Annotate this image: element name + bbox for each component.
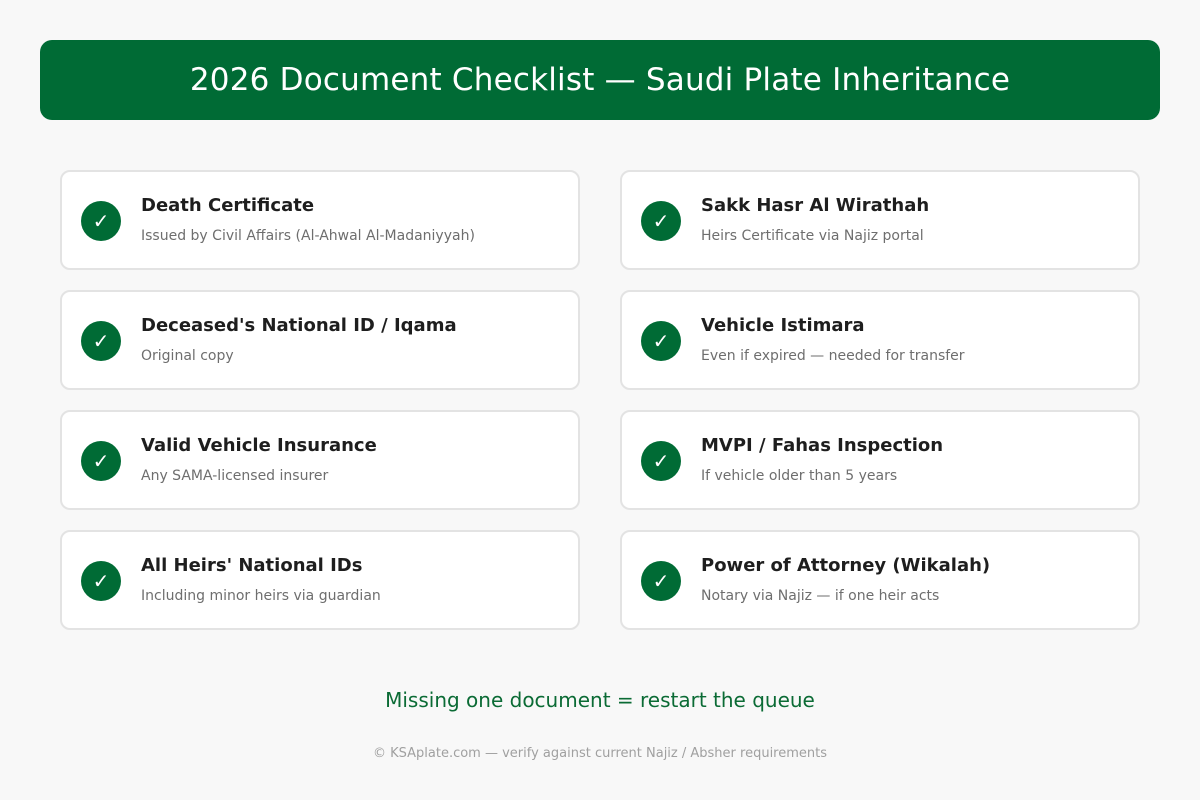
check-mark-icon: ✓ bbox=[641, 561, 681, 601]
checklist-item-subtitle: Even if expired — needed for transfer bbox=[701, 348, 965, 364]
check-mark-icon: ✓ bbox=[641, 321, 681, 361]
check-mark-icon: ✓ bbox=[81, 201, 121, 241]
checklist-item-subtitle: Original copy bbox=[141, 348, 234, 364]
warning-note: Missing one document = restart the queue bbox=[385, 688, 815, 712]
checklist-item-title: Vehicle Istimara bbox=[701, 315, 865, 336]
checklist-item-istimara: ✓ Vehicle Istimara Even if expired — nee… bbox=[620, 290, 1140, 390]
checklist-item-fahas: ✓ MVPI / Fahas Inspection If vehicle old… bbox=[620, 410, 1140, 510]
checklist-item-power-of-attorney: ✓ Power of Attorney (Wikalah) Notary via… bbox=[620, 530, 1140, 630]
checklist-grid: ✓ Death Certificate Issued by Civil Affa… bbox=[60, 170, 1140, 630]
checklist-item-subtitle: If vehicle older than 5 years bbox=[701, 468, 898, 484]
checklist-item-title: Deceased's National ID / Iqama bbox=[141, 315, 457, 336]
checklist-item-subtitle: Heirs Certificate via Najiz portal bbox=[701, 228, 924, 244]
checklist-item-heirs-ids: ✓ All Heirs' National IDs Including mino… bbox=[60, 530, 580, 630]
check-mark-icon: ✓ bbox=[81, 441, 121, 481]
check-mark-icon: ✓ bbox=[641, 201, 681, 241]
check-mark-icon: ✓ bbox=[81, 321, 121, 361]
footer-credit: © KSAplate.com — verify against current … bbox=[372, 746, 828, 761]
checklist-item-title: All Heirs' National IDs bbox=[141, 555, 363, 576]
checklist-item-sakk-hasr: ✓ Sakk Hasr Al Wirathah Heirs Certificat… bbox=[620, 170, 1140, 270]
checklist-item-subtitle: Any SAMA-licensed insurer bbox=[141, 468, 329, 484]
check-mark-icon: ✓ bbox=[641, 441, 681, 481]
checklist-item-title: Valid Vehicle Insurance bbox=[141, 435, 377, 456]
checklist-item-title: Sakk Hasr Al Wirathah bbox=[701, 195, 930, 216]
checklist-item-title: Death Certificate bbox=[141, 195, 315, 216]
checklist-item-title: Power of Attorney (Wikalah) bbox=[701, 555, 991, 576]
checklist-item-insurance: ✓ Valid Vehicle Insurance Any SAMA-licen… bbox=[60, 410, 580, 510]
page-title: 2026 Document Checklist — Saudi Plate In… bbox=[189, 62, 1011, 98]
check-mark-icon: ✓ bbox=[81, 561, 121, 601]
checklist-item-death-certificate: ✓ Death Certificate Issued by Civil Affa… bbox=[60, 170, 580, 270]
checklist-item-deceased-id: ✓ Deceased's National ID / Iqama Origina… bbox=[60, 290, 580, 390]
checklist-item-subtitle: Notary via Najiz — if one heir acts bbox=[701, 588, 940, 604]
checklist-item-title: MVPI / Fahas Inspection bbox=[701, 435, 944, 456]
checklist-item-subtitle: Including minor heirs via guardian bbox=[141, 588, 381, 604]
checklist-item-subtitle: Issued by Civil Affairs (Al-Ahwal Al-Mad… bbox=[141, 228, 475, 244]
header-banner: 2026 Document Checklist — Saudi Plate In… bbox=[40, 40, 1160, 120]
